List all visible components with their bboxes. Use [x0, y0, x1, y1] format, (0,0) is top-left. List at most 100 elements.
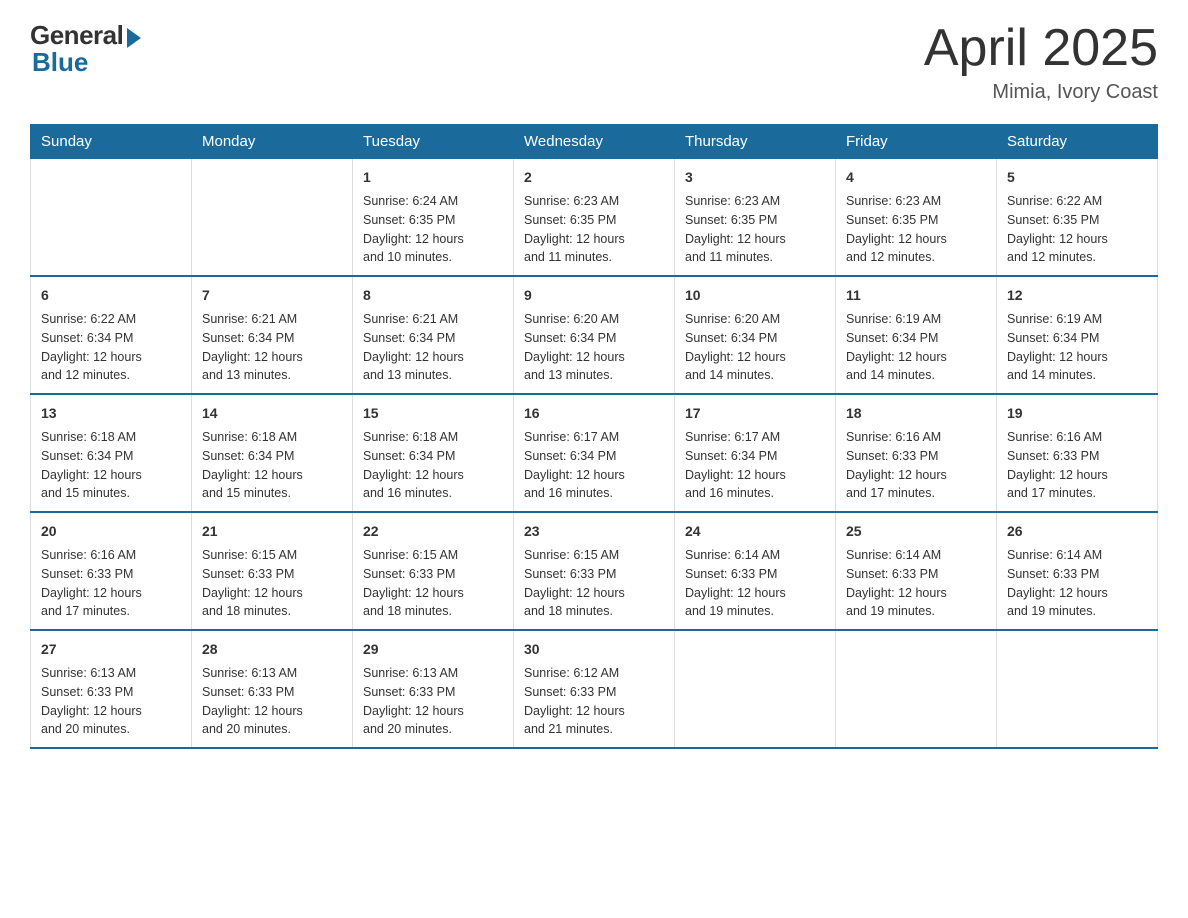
weekday-header-wednesday: Wednesday	[514, 125, 675, 159]
day-number: 13	[41, 403, 181, 424]
day-info: Sunrise: 6:20 AM Sunset: 6:34 PM Dayligh…	[524, 310, 664, 385]
calendar-cell: 20 Sunrise: 6:16 AM Sunset: 6:33 PM Dayli…	[31, 512, 192, 630]
day-number: 8	[363, 285, 503, 306]
calendar-cell	[675, 630, 836, 748]
day-number: 30	[524, 639, 664, 660]
calendar-week-row: 20 Sunrise: 6:16 AM Sunset: 6:33 PM Dayli…	[31, 512, 1158, 630]
day-number: 28	[202, 639, 342, 660]
day-info: Sunrise: 6:15 AM Sunset: 6:33 PM Dayligh…	[363, 546, 503, 621]
day-info: Sunrise: 6:24 AM Sunset: 6:35 PM Dayligh…	[363, 192, 503, 267]
calendar-cell: 2 Sunrise: 6:23 AM Sunset: 6:35 PM Daylig…	[514, 159, 675, 277]
day-number: 21	[202, 521, 342, 542]
day-info: Sunrise: 6:17 AM Sunset: 6:34 PM Dayligh…	[524, 428, 664, 503]
logo-arrow-icon	[127, 28, 141, 48]
day-info: Sunrise: 6:13 AM Sunset: 6:33 PM Dayligh…	[363, 664, 503, 739]
day-info: Sunrise: 6:12 AM Sunset: 6:33 PM Dayligh…	[524, 664, 664, 739]
calendar-cell: 19 Sunrise: 6:16 AM Sunset: 6:33 PM Dayli…	[997, 394, 1158, 512]
calendar-cell: 28 Sunrise: 6:13 AM Sunset: 6:33 PM Dayli…	[192, 630, 353, 748]
calendar-week-row: 13 Sunrise: 6:18 AM Sunset: 6:34 PM Dayli…	[31, 394, 1158, 512]
calendar-cell: 18Sunrise: 6:16 AM Sunset: 6:33 PM Dayli…	[836, 394, 997, 512]
day-number: 3	[685, 167, 825, 188]
calendar-table: SundayMondayTuesdayWednesdayThursdayFrid…	[30, 124, 1158, 749]
calendar-cell: 7Sunrise: 6:21 AM Sunset: 6:34 PM Daylig…	[192, 276, 353, 394]
day-number: 10	[685, 285, 825, 306]
day-info: Sunrise: 6:19 AM Sunset: 6:34 PM Dayligh…	[846, 310, 986, 385]
title-area: April 2025 Mimia, Ivory Coast	[924, 20, 1158, 104]
calendar-cell: 22 Sunrise: 6:15 AM Sunset: 6:33 PM Dayli…	[353, 512, 514, 630]
weekday-header-tuesday: Tuesday	[353, 125, 514, 159]
day-number: 16	[524, 403, 664, 424]
day-number: 19	[1007, 403, 1147, 424]
day-info: Sunrise: 6:22 AM Sunset: 6:34 PM Dayligh…	[41, 310, 181, 385]
day-number: 29	[363, 639, 503, 660]
weekday-header-thursday: Thursday	[675, 125, 836, 159]
day-info: Sunrise: 6:23 AM Sunset: 6:35 PM Dayligh…	[524, 192, 664, 267]
day-number: 27	[41, 639, 181, 660]
day-info: Sunrise: 6:23 AM Sunset: 6:35 PM Dayligh…	[685, 192, 825, 267]
day-info: Sunrise: 6:15 AM Sunset: 6:33 PM Dayligh…	[202, 546, 342, 621]
calendar-cell: 5 Sunrise: 6:22 AM Sunset: 6:35 PM Daylig…	[997, 159, 1158, 277]
day-info: Sunrise: 6:13 AM Sunset: 6:33 PM Dayligh…	[41, 664, 181, 739]
day-number: 17	[685, 403, 825, 424]
day-number: 15	[363, 403, 503, 424]
calendar-cell: 25 Sunrise: 6:14 AM Sunset: 6:33 PM Dayli…	[836, 512, 997, 630]
day-info: Sunrise: 6:13 AM Sunset: 6:33 PM Dayligh…	[202, 664, 342, 739]
page-header: General Blue April 2025 Mimia, Ivory Coa…	[30, 20, 1158, 104]
day-number: 18	[846, 403, 986, 424]
weekday-header-friday: Friday	[836, 125, 997, 159]
calendar-cell	[31, 159, 192, 277]
day-info: Sunrise: 6:17 AM Sunset: 6:34 PM Dayligh…	[685, 428, 825, 503]
day-number: 14	[202, 403, 342, 424]
day-number: 26	[1007, 521, 1147, 542]
logo: General Blue	[30, 20, 141, 78]
day-number: 6	[41, 285, 181, 306]
day-number: 20	[41, 521, 181, 542]
weekday-header-sunday: Sunday	[31, 125, 192, 159]
day-number: 25	[846, 521, 986, 542]
calendar-cell: 12Sunrise: 6:19 AM Sunset: 6:34 PM Dayli…	[997, 276, 1158, 394]
day-number: 1	[363, 167, 503, 188]
day-info: Sunrise: 6:16 AM Sunset: 6:33 PM Dayligh…	[1007, 428, 1147, 503]
calendar-cell: 15Sunrise: 6:18 AM Sunset: 6:34 PM Dayli…	[353, 394, 514, 512]
day-number: 23	[524, 521, 664, 542]
calendar-cell: 10Sunrise: 6:20 AM Sunset: 6:34 PM Dayli…	[675, 276, 836, 394]
day-info: Sunrise: 6:18 AM Sunset: 6:34 PM Dayligh…	[202, 428, 342, 503]
calendar-week-row: 6 Sunrise: 6:22 AM Sunset: 6:34 PM Daylig…	[31, 276, 1158, 394]
calendar-cell: 6 Sunrise: 6:22 AM Sunset: 6:34 PM Daylig…	[31, 276, 192, 394]
day-info: Sunrise: 6:14 AM Sunset: 6:33 PM Dayligh…	[1007, 546, 1147, 621]
logo-blue-text: Blue	[32, 47, 88, 78]
day-number: 22	[363, 521, 503, 542]
calendar-cell: 17 Sunrise: 6:17 AM Sunset: 6:34 PM Dayli…	[675, 394, 836, 512]
day-info: Sunrise: 6:16 AM Sunset: 6:33 PM Dayligh…	[41, 546, 181, 621]
day-info: Sunrise: 6:23 AM Sunset: 6:35 PM Dayligh…	[846, 192, 986, 267]
calendar-header-row: SundayMondayTuesdayWednesdayThursdayFrid…	[31, 125, 1158, 159]
weekday-header-monday: Monday	[192, 125, 353, 159]
day-info: Sunrise: 6:18 AM Sunset: 6:34 PM Dayligh…	[41, 428, 181, 503]
calendar-cell: 23 Sunrise: 6:15 AM Sunset: 6:33 PM Dayli…	[514, 512, 675, 630]
calendar-cell: 24 Sunrise: 6:14 AM Sunset: 6:33 PM Dayli…	[675, 512, 836, 630]
calendar-cell	[192, 159, 353, 277]
calendar-cell: 26 Sunrise: 6:14 AM Sunset: 6:33 PM Dayli…	[997, 512, 1158, 630]
day-info: Sunrise: 6:15 AM Sunset: 6:33 PM Dayligh…	[524, 546, 664, 621]
calendar-cell: 11Sunrise: 6:19 AM Sunset: 6:34 PM Dayli…	[836, 276, 997, 394]
day-number: 5	[1007, 167, 1147, 188]
day-info: Sunrise: 6:14 AM Sunset: 6:33 PM Dayligh…	[685, 546, 825, 621]
calendar-cell	[836, 630, 997, 748]
calendar-cell: 3 Sunrise: 6:23 AM Sunset: 6:35 PM Daylig…	[675, 159, 836, 277]
calendar-cell: 13 Sunrise: 6:18 AM Sunset: 6:34 PM Dayli…	[31, 394, 192, 512]
day-number: 24	[685, 521, 825, 542]
calendar-cell: 29 Sunrise: 6:13 AM Sunset: 6:33 PM Dayli…	[353, 630, 514, 748]
day-number: 12	[1007, 285, 1147, 306]
day-number: 9	[524, 285, 664, 306]
day-info: Sunrise: 6:22 AM Sunset: 6:35 PM Dayligh…	[1007, 192, 1147, 267]
calendar-cell: 14 Sunrise: 6:18 AM Sunset: 6:34 PM Dayli…	[192, 394, 353, 512]
calendar-cell: 8Sunrise: 6:21 AM Sunset: 6:34 PM Daylig…	[353, 276, 514, 394]
day-number: 2	[524, 167, 664, 188]
day-info: Sunrise: 6:14 AM Sunset: 6:33 PM Dayligh…	[846, 546, 986, 621]
calendar-cell: 1 Sunrise: 6:24 AM Sunset: 6:35 PM Daylig…	[353, 159, 514, 277]
day-number: 4	[846, 167, 986, 188]
calendar-cell: 9 Sunrise: 6:20 AM Sunset: 6:34 PM Daylig…	[514, 276, 675, 394]
calendar-cell: 21 Sunrise: 6:15 AM Sunset: 6:33 PM Dayli…	[192, 512, 353, 630]
calendar-cell: 30 Sunrise: 6:12 AM Sunset: 6:33 PM Dayli…	[514, 630, 675, 748]
calendar-cell: 27 Sunrise: 6:13 AM Sunset: 6:33 PM Dayli…	[31, 630, 192, 748]
